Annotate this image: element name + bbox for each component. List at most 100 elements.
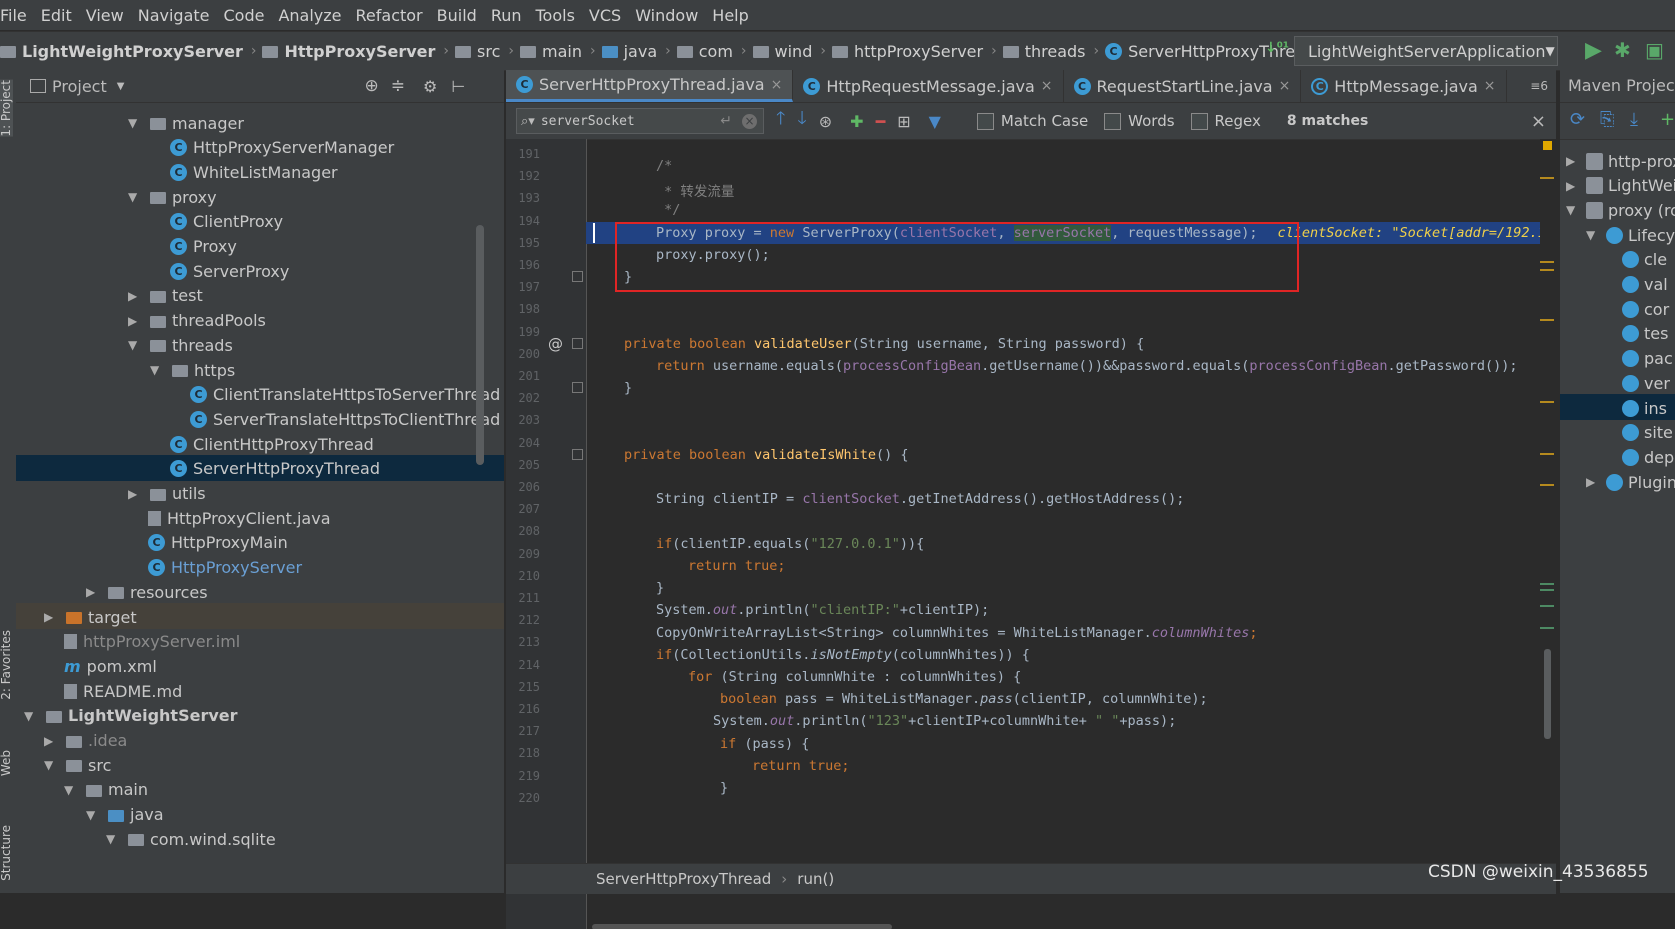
previous-occurrence-icon[interactable]: 🡑 [776,106,785,136]
locate-icon[interactable]: ⊕ [364,76,378,96]
match-case-checkbox[interactable] [976,112,994,130]
menu-file[interactable]: File [0,6,34,25]
expand-arrow-right-icon[interactable]: ▶ [1566,179,1582,193]
menu-run[interactable]: Run [484,6,529,25]
close-icon[interactable]: × [1484,78,1496,94]
tree-item[interactable]: ▶ threadPools [128,308,266,334]
maven-tree-item[interactable]: site [1622,420,1673,446]
vcs-update-icon[interactable]: ↓⁰¹ [1265,40,1289,56]
maven-tree-item[interactable]: ▼ proxy (ro [1566,197,1675,223]
tree-item[interactable]: C ClientHttpProxyThread [170,431,374,457]
view-mode-dropdown-icon[interactable]: ▼ [117,81,125,92]
tab-httprequestmessage[interactable]: C HttpRequestMessage.java × [793,70,1064,102]
next-occurrence-icon[interactable]: 🡓 [797,106,806,136]
crumb-threads[interactable]: threads › [1002,42,1099,61]
crumb-module[interactable]: HttpProxyServer › [262,42,449,61]
collapse-all-icon[interactable]: ≑ [391,76,405,96]
tree-item[interactable]: C Proxy [170,234,237,260]
tree-item[interactable]: ▶ test [128,283,203,309]
regex-checkbox[interactable] [1190,112,1208,130]
reimport-icon[interactable]: ⟳ [1570,109,1585,130]
maven-tree-item[interactable]: ins [1622,395,1667,421]
maven-tree-item[interactable]: pac [1622,346,1673,372]
tree-item[interactable]: C ServerHttpProxyThread [170,456,380,482]
menu-build[interactable]: Build [430,6,484,25]
close-icon[interactable]: × [771,77,783,93]
maven-tree-item[interactable]: dep [1622,444,1674,470]
run-configuration-select[interactable]: LightWeightServerApplication ▼ [1294,36,1558,66]
download-icon[interactable]: ⤓ [1630,109,1638,130]
coverage-icon[interactable]: ▣ [1645,38,1664,62]
close-find-bar-icon[interactable]: × [1531,111,1546,132]
remove-selection-icon[interactable]: ━ [876,112,886,131]
expand-arrow-down-icon[interactable]: ▼ [1586,228,1602,242]
expand-arrow-down-icon[interactable]: ▼ [44,758,60,772]
menu-help[interactable]: Help [705,6,755,25]
expand-arrow-down-icon[interactable]: ▼ [128,116,144,130]
tree-item[interactable]: ▼ LightWeightServer [24,703,238,729]
override-annotation-icon[interactable]: @ [548,335,563,353]
expand-arrow-down-icon[interactable]: ▼ [128,338,144,352]
expand-arrow-down-icon[interactable]: ▼ [150,363,166,377]
tree-item[interactable]: C ClientProxy [170,209,283,235]
menu-navigate[interactable]: Navigate [131,6,217,25]
add-icon[interactable]: + [1660,109,1675,130]
tree-item[interactable]: C WhiteListManager [170,159,338,185]
tool-window-favorites[interactable]: 2: Favorites [0,630,13,700]
match-case-option[interactable]: Match Case [976,112,1088,130]
find-all-icon[interactable]: ⊛ [819,112,832,131]
tab-overflow-indicator[interactable]: ≡6 [1530,79,1548,93]
search-input[interactable]: serverSocket [541,114,635,129]
crumb-httpproxyserver[interactable]: httpProxyServer › [831,42,997,61]
maven-tree-item[interactable]: ver [1622,370,1670,396]
expand-arrow-down-icon[interactable]: ▼ [64,783,80,797]
expand-arrow-right-icon[interactable]: ▶ [128,289,144,303]
menu-edit[interactable]: Edit [34,6,79,25]
tree-item[interactable]: ▼ manager [128,110,244,136]
maven-tree-item[interactable]: cor [1622,296,1669,322]
tree-item[interactable]: C HttpProxyMain [148,530,288,556]
regex-option[interactable]: Regex [1190,112,1261,130]
expand-arrow-down-icon[interactable]: ▼ [128,190,144,204]
tree-item[interactable]: README.md [64,678,182,704]
crumb-java[interactable]: java › [601,42,671,61]
expand-arrow-down-icon[interactable]: ▼ [86,808,102,822]
editor-vertical-scrollbar[interactable] [1544,649,1551,739]
newline-icon[interactable]: ↵ [720,113,732,129]
maven-tree-item[interactable]: cle [1622,247,1667,273]
tree-item[interactable]: ▶ .idea [44,728,127,754]
maven-tree-item[interactable]: ▶ Plugin [1586,469,1675,495]
tree-item[interactable]: ▶ resources [86,579,208,605]
add-selection-icon[interactable]: ✚ [850,112,863,131]
project-vertical-scrollbar[interactable] [476,225,484,465]
maven-tree-item[interactable]: ▶ http-prox [1566,148,1675,174]
search-field[interactable]: ⌕▾ serverSocket ↵ × [516,108,764,134]
tree-item[interactable]: ▼ proxy [128,184,217,210]
words-option[interactable]: Words [1104,112,1175,130]
menu-vcs[interactable]: VCS [582,6,628,25]
expand-arrow-right-icon[interactable]: ▶ [86,585,102,599]
clear-search-icon[interactable]: × [742,113,757,129]
maven-panel-title[interactable]: Maven Project [1568,76,1675,95]
tree-item[interactable]: ▼ src [44,752,111,778]
tree-item[interactable]: ▶ utils [128,481,206,507]
generate-sources-icon[interactable]: ⎘ [1600,109,1614,130]
expand-arrow-down-icon[interactable]: ▼ [1566,203,1582,217]
run-icon[interactable]: ▶ [1585,38,1602,63]
tree-item[interactable]: ▼ https [150,357,235,383]
tree-item[interactable]: ▼ com.wind.sqlite [106,826,276,852]
words-checkbox[interactable] [1104,112,1122,130]
select-all-occurrences-icon[interactable]: ⊞ [897,112,910,131]
crumb-main[interactable]: main › [520,42,596,61]
menu-code[interactable]: Code [217,6,272,25]
tree-item[interactable]: ▼ threads [128,332,233,358]
expand-arrow-down-icon[interactable]: ▼ [24,709,40,723]
editor-marker-stripe[interactable] [1540,139,1556,859]
debug-icon[interactable]: ✱ [1614,38,1631,62]
maven-tree-item[interactable]: tes [1622,321,1668,347]
tool-window-web[interactable]: Web [0,750,13,776]
project-panel-title[interactable]: Project [52,77,107,96]
maven-tree-item[interactable]: val [1622,272,1668,298]
tree-item[interactable]: C ClientTranslateHttpsToServerThread [190,382,500,408]
settings-gear-icon[interactable]: ⚙ [423,77,437,96]
